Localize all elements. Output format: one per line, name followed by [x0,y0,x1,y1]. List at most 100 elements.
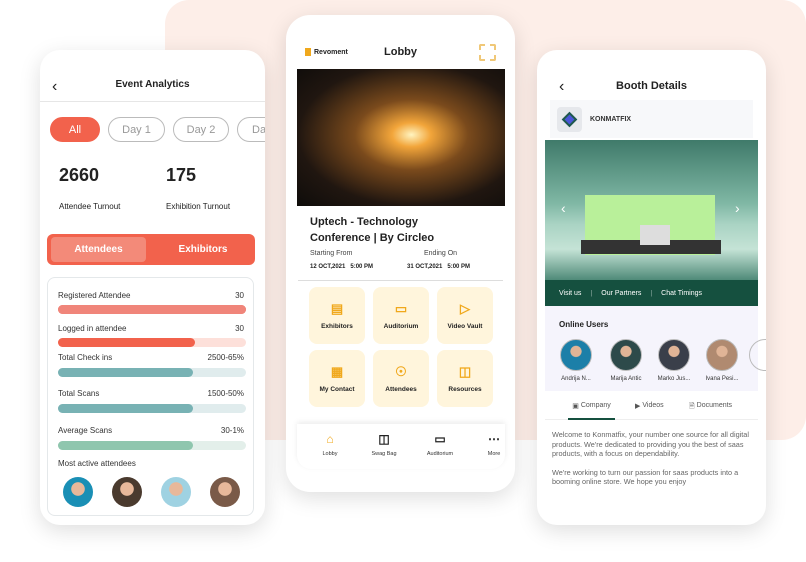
tile-my-contact[interactable]: ▦ My Contact [309,350,365,407]
tab-documents[interactable]: 🗎 Documents [689,402,732,413]
stat-progress-fill [58,305,246,314]
chip-all[interactable]: All [50,117,100,142]
stat-progress-fill [58,404,194,413]
chip-day-2[interactable]: Day 2 [173,117,229,142]
page-title: Booth Details [616,80,687,92]
attendee-turnout-value: 2660 [59,165,100,185]
nav-more[interactable]: ⋯ More [469,424,515,457]
stat-label: Registered Attendee [58,291,131,300]
online-user-name: Ivana Pesi... [705,376,739,382]
company-header: KONMATFIX [550,100,753,138]
stat-progress-bar [58,368,246,377]
description-paragraph-1: Welcome to Konmatfix, your number one so… [552,430,749,458]
event-title-line-2: Conference | By Circleo [310,232,435,244]
end-date: 31 OCT,2021 [407,264,443,270]
online-user-avatar[interactable] [560,339,592,371]
tile-video-vault[interactable]: ▷ Video Vault [437,287,493,344]
attendee-avatar[interactable] [63,477,93,507]
tab-videos[interactable]: ▶ Videos [635,402,664,410]
online-user-avatar[interactable] [610,339,642,371]
tab-exhibitors[interactable]: Exhibitors [155,237,251,262]
nav-swag-bag[interactable]: ◫ Swag Bag [359,424,409,457]
stat-value: 30 [235,324,244,333]
nav-label: Auditorium [426,451,454,457]
tile-label: Video Vault [447,323,483,330]
store-icon: ▤ [330,301,344,316]
tile-exhibitors[interactable]: ▤ Exhibitors [309,287,365,344]
page-title: Event Analytics [115,79,190,90]
booth-image: ‹ › [545,140,758,280]
lobby-screen: Revoment Lobby Uptech - Technology Confe… [286,15,515,492]
attendee-avatar[interactable] [112,477,142,507]
start-time: 5:00 PM [350,264,374,270]
company-name: KONMATFIX [590,115,632,123]
nav-label: More [487,451,501,457]
booth-links-bar: Visit us | Our Partners | Chat Timings [545,280,758,306]
event-banner-image [297,69,505,206]
our-partners-link[interactable]: Our Partners [601,290,641,297]
attendee-avatar[interactable] [161,477,191,507]
stat-progress-fill [58,368,194,377]
stat-progress-bar [58,441,246,450]
online-user-name: Marko Jus... [657,376,691,382]
tile-label: Exhibitors [321,323,353,330]
exhibition-turnout-value: 175 [166,165,197,185]
nav-auditorium[interactable]: ▭ Auditorium [415,424,465,457]
end-label: Ending On [424,250,458,257]
visit-us-link[interactable]: Visit us [559,290,581,297]
online-user-name: Marija Antic [610,376,642,382]
laptop-icon: ▭ [394,301,408,316]
nav-label: Swag Bag [371,451,397,457]
tile-label: My Contact [319,386,355,393]
tab-documents-label: Documents [696,402,733,409]
stats-card: Most active attendees Registered Attende… [47,277,254,516]
tab-attendees[interactable]: Attendees [51,237,146,262]
nav-label: Lobby [322,451,338,457]
online-user-avatar[interactable] [658,339,690,371]
online-users-title: Online Users [559,320,609,329]
tile-resources[interactable]: ◫ Resources [437,350,493,407]
nav-lobby[interactable]: ⌂ Lobby [305,424,355,457]
chip-day-3[interactable]: Da [237,117,265,142]
tab-company-label: Company [580,402,611,409]
tile-attendees[interactable]: ☉ Attendees [373,350,429,407]
attendee-turnout-label: Attendee Turnout [59,202,121,211]
online-user-avatar[interactable] [706,339,738,371]
stat-progress-fill [58,441,194,450]
contact-card-icon: ▦ [330,364,344,379]
bag-icon: ◫ [458,364,472,379]
stat-label: Logged in attendee [58,324,127,333]
start-datetime: 12 OCT,2021 5:00 PM [310,264,373,270]
booth-counter [640,225,670,245]
stat-value: 2500-65% [207,353,244,362]
tile-auditorium[interactable]: ▭ Auditorium [373,287,429,344]
home-icon: ⌂ [326,432,334,446]
exhibition-turnout-label: Exhibition Turnout [166,202,231,211]
qr-code-icon[interactable] [479,44,496,61]
divider [298,280,503,281]
stat-progress-fill [58,338,196,347]
more-users-avatar[interactable] [749,339,766,371]
prev-arrow-icon[interactable]: ‹ [561,200,566,216]
stat-value: 30 [235,291,244,300]
stat-label: Average Scans [58,426,113,435]
chat-timings-link[interactable]: Chat Timings [661,290,702,297]
tile-label: Attendees [385,386,417,393]
end-datetime: 31 OCT,2021 5:00 PM [407,264,470,270]
attendee-avatar[interactable] [210,477,240,507]
online-user-name: Andrija N... [561,376,591,382]
chip-day-1[interactable]: Day 1 [108,117,165,142]
end-time: 5:00 PM [447,264,471,270]
stat-label: Total Scans [58,389,100,398]
segment-tabs: Attendees Exhibitors [47,234,255,265]
document-icon: 🗎 [689,403,695,410]
online-users-section: Online Users Andrija N... Marija Antic M… [545,306,766,391]
tab-company[interactable]: ▣ Company [568,402,615,420]
most-active-label: Most active attendees [58,459,136,468]
stat-value: 1500-50% [207,389,244,398]
next-arrow-icon[interactable]: › [735,200,740,216]
description-paragraph-2: We're working to turn our passion for sa… [552,467,739,487]
stat-progress-bar [58,404,246,413]
tab-videos-label: Videos [642,402,664,409]
stat-progress-bar [58,305,246,314]
